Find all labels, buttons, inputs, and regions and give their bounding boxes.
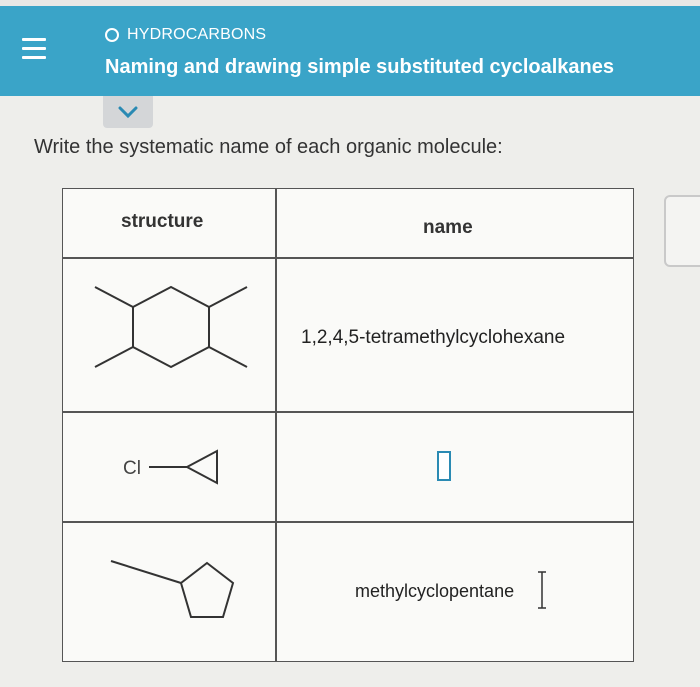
answer-table: structure name 1,2,4,5-tetramethylcycloh… [62,188,634,662]
side-panel-tab[interactable] [664,195,700,267]
question-prompt: Write the systematic name of each organi… [34,136,503,158]
answer-input-row-2[interactable] [437,451,451,481]
topic-row: HYDROCARBONS [105,26,266,44]
row-divider [63,521,633,523]
tetramethylcyclohexane-structure [94,285,248,369]
name-input-row-3[interactable]: methylcyclopentane [355,581,514,602]
column-header-structure: structure [121,211,204,232]
column-header-name: name [423,217,473,238]
topic-label: HYDROCARBONS [127,26,267,43]
row-divider [63,411,633,413]
topic-status-icon [105,28,119,42]
methylcyclopentane-structure [110,560,235,618]
collapse-toggle-button[interactable] [103,96,153,128]
chevron-down-icon [118,106,138,119]
chlorine-label: Cl [123,458,141,479]
chlorocyclopropane-structure: Cl [123,449,218,485]
text-cursor-icon [538,571,546,609]
column-divider [275,189,277,661]
name-cell-row-1: 1,2,4,5-tetramethylcyclohexane [301,327,566,348]
page-title: Naming and drawing simple substituted cy… [105,56,615,78]
menu-icon[interactable] [22,38,46,60]
header-bar: HYDROCARBONS Naming and drawing simple s… [0,0,700,96]
row-divider [63,257,633,259]
